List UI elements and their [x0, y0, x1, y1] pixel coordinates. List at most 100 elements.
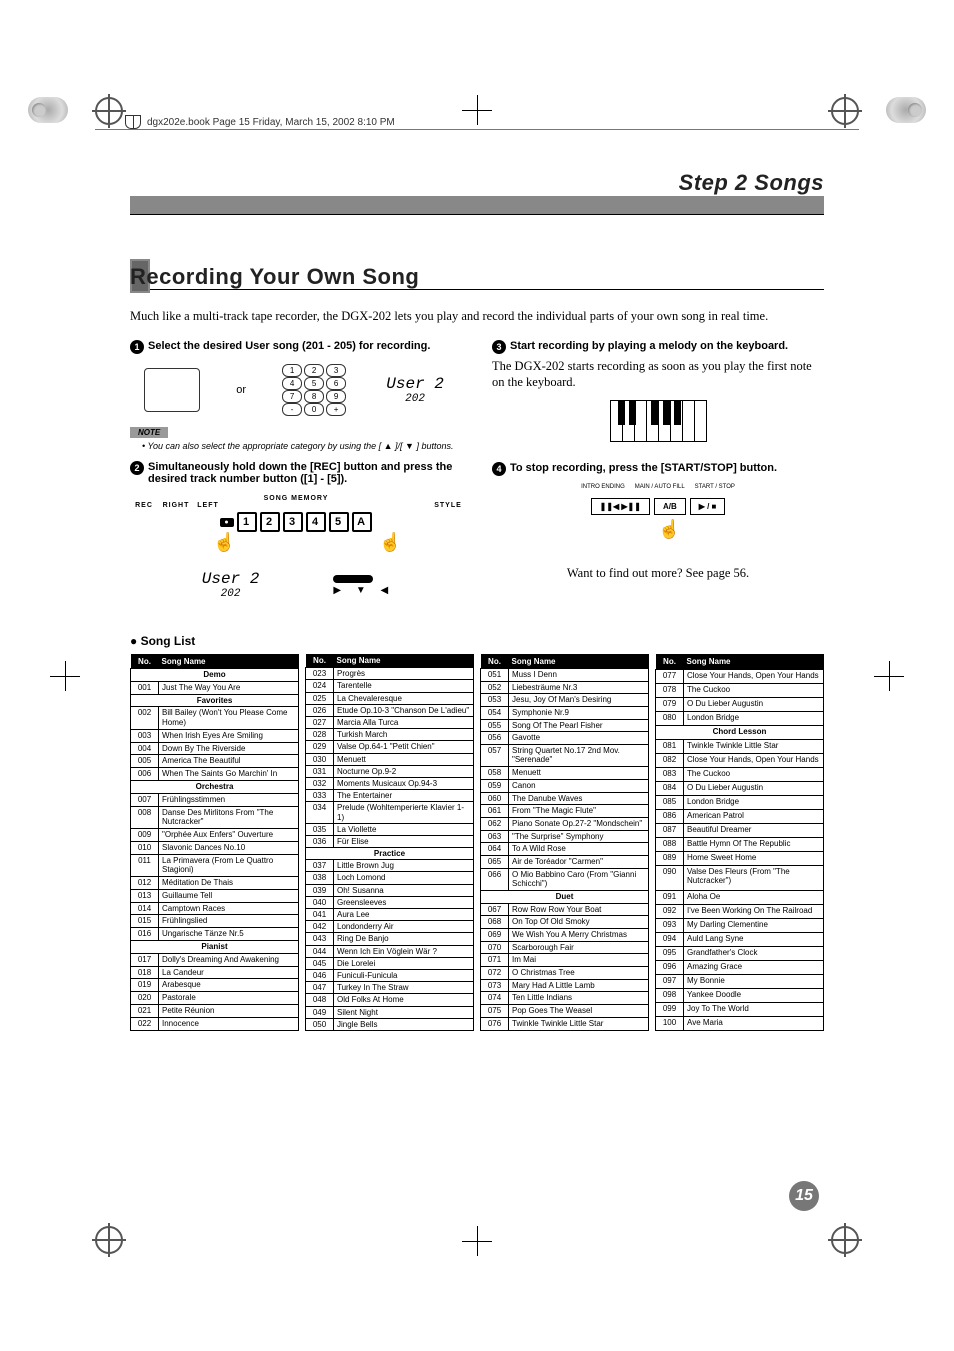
table-row: 030Menuett: [306, 753, 474, 765]
table-row: 059Canon: [481, 779, 649, 792]
track-3-button: 3: [283, 512, 303, 532]
table-row: 016Ungarische Tänze Nr.5: [131, 928, 299, 941]
table-row: 075Pop Goes The Weasel: [481, 1005, 649, 1018]
table-row: 064To A Wild Rose: [481, 843, 649, 856]
table-row: 043Ring De Banjo: [306, 933, 474, 945]
table-row: 094Auld Lang Syne: [656, 932, 824, 946]
table-row: 055Song Of The Pearl Fisher: [481, 719, 649, 732]
lcd-line1: User 2: [386, 375, 444, 393]
table-row: 017Dolly's Dreaming And Awakening: [131, 953, 299, 966]
table-row: 004Down By The Riverside: [131, 742, 299, 755]
table-row: 076Twinkle Twinkle Little Star: [481, 1017, 649, 1030]
table-row: 079O Du Lieber Augustin: [656, 698, 824, 712]
table-row: 080London Bridge: [656, 712, 824, 726]
table-row: 069We Wish You A Merry Christmas: [481, 929, 649, 942]
table-row: 097My Bonnie: [656, 974, 824, 988]
track-4-button: 4: [306, 512, 326, 532]
track-a-button: A: [352, 512, 372, 532]
table-row: 018La Candeur: [131, 966, 299, 979]
print-reg-corner: [886, 97, 926, 123]
table-row: 003When Irish Eyes Are Smiling: [131, 729, 299, 742]
table-row: Orchestra: [131, 780, 299, 793]
table-row: 067Row Row Row Your Boat: [481, 903, 649, 916]
table-row: 012Méditation De Thais: [131, 877, 299, 890]
table-row: Practice: [306, 848, 474, 860]
table-row: 047Turkey In The Straw: [306, 982, 474, 994]
song-memory-label: SONG MEMORY: [130, 495, 462, 502]
table-row: 089Home Sweet Home: [656, 852, 824, 866]
table-row: 021Petite Réunion: [131, 1005, 299, 1018]
step-2-text: Simultaneously hold down the [REC] butto…: [148, 461, 462, 485]
song-table: No.Song Name077Close Your Hands, Open Yo…: [655, 654, 824, 1031]
table-row: 086American Patrol: [656, 810, 824, 824]
or-label: or: [236, 384, 246, 396]
note-badge: NOTE: [130, 427, 168, 438]
table-row: 002Bill Bailey (Won't You Please Come Ho…: [131, 707, 299, 729]
song-list-tables: No.Song NameDemo001Just The Way You AreF…: [130, 654, 824, 1031]
table-row: 099Joy To The World: [656, 1002, 824, 1016]
page-info-rule: [95, 129, 859, 130]
lcd-display-2: User 2 202: [198, 566, 264, 604]
table-row: 087Beautiful Dreamer: [656, 824, 824, 838]
table-row: 036Für Elise: [306, 835, 474, 847]
table-row: 095Grandfather's Clock: [656, 946, 824, 960]
table-row: 060The Danube Waves: [481, 792, 649, 805]
table-row: 045Die Lorelei: [306, 957, 474, 969]
step-3-body: The DGX-202 starts recording as soon as …: [492, 358, 824, 391]
table-row: 062Piano Sonate Op.27-2 "Mondschein": [481, 817, 649, 830]
table-row: 001Just The Way You Are: [131, 681, 299, 694]
table-row: 005America The Beautiful: [131, 755, 299, 768]
step-header: Step 2 Songs: [130, 172, 824, 214]
crop-mark: [462, 95, 492, 125]
step-4-heading: 4 To stop recording, press the [START/ST…: [492, 462, 824, 476]
numpad-illustration: 123 456 789 -0+: [282, 364, 346, 417]
crop-mark: [50, 661, 80, 691]
memory-buttons-row: ● 1 2 3 4 5 A: [130, 512, 462, 532]
dial-illustration: [144, 368, 200, 412]
table-row: 020Pastorale: [131, 992, 299, 1005]
table-row: 066O Mio Babbino Caro (From "Gianni Schi…: [481, 868, 649, 890]
table-row: Duet: [481, 890, 649, 903]
print-reg-corner: [28, 97, 68, 123]
table-row: 028Turkish March: [306, 729, 474, 741]
table-row: 077Close Your Hands, Open Your Hands: [656, 670, 824, 684]
track-2-button: 2: [260, 512, 280, 532]
table-row: 009"Orphée Aux Enfers" Ouverture: [131, 829, 299, 842]
song-list-heading: Song List: [130, 634, 824, 648]
table-row: Chord Lesson: [656, 726, 824, 740]
table-row: 024Tarentelle: [306, 680, 474, 692]
table-row: 031Nocturne Op.9-2: [306, 765, 474, 777]
table-row: 014Camptown Races: [131, 902, 299, 915]
table-row: 023Progrès: [306, 668, 474, 680]
table-row: 007Frühlingsstimmen: [131, 793, 299, 806]
table-row: 057String Quartet No.17 2nd Mov. "Serena…: [481, 744, 649, 766]
table-row: 040Greensleeves: [306, 896, 474, 908]
table-row: 033The Entertainer: [306, 790, 474, 802]
table-row: 041Aura Lee: [306, 909, 474, 921]
table-row: 011La Primavera (From Le Quattro Stagion…: [131, 854, 299, 876]
transport-buttons: ❚❚◀ ▶❚❚ A/B ▶ / ■: [492, 498, 824, 515]
table-row: 084O Du Lieber Augustin: [656, 782, 824, 796]
keyboard-illustration: [492, 400, 824, 444]
ab-button: A/B: [654, 498, 686, 515]
table-row: 046Funiculi-Funicula: [306, 969, 474, 981]
table-row: 013Guillaume Tell: [131, 889, 299, 902]
step-2-heading: 2 Simultaneously hold down the [REC] but…: [130, 461, 462, 485]
table-row: 085London Bridge: [656, 796, 824, 810]
table-row: 050Jingle Bells: [306, 1018, 474, 1030]
print-registration-mark: [831, 97, 859, 125]
transport-labels: INTRO ENDING MAIN / AUTO FILL START / ST…: [492, 484, 824, 490]
table-row: 015Frühlingslied: [131, 915, 299, 928]
song-table: No.Song Name051Muss I Denn052Liebesträum…: [480, 654, 649, 1031]
table-row: 048Old Folks At Home: [306, 994, 474, 1006]
pause-button: ❚❚◀ ▶❚❚: [591, 498, 650, 515]
lcd-display: User 2 202: [382, 371, 448, 409]
song-table: No.Song Name023Progrès024Tarentelle025La…: [305, 654, 474, 1031]
table-row: 081Twinkle Twinkle Little Star: [656, 740, 824, 754]
page-info-header: dgx202e.book Page 15 Friday, March 15, 2…: [125, 115, 395, 129]
print-registration-mark: [831, 1226, 859, 1254]
step-3-text: Start recording by playing a melody on t…: [510, 340, 788, 352]
table-row: 065Air de Toréador "Carmen": [481, 856, 649, 869]
table-row: 006When The Saints Go Marchin' In: [131, 768, 299, 781]
start-stop-button: ▶ / ■: [690, 498, 726, 515]
